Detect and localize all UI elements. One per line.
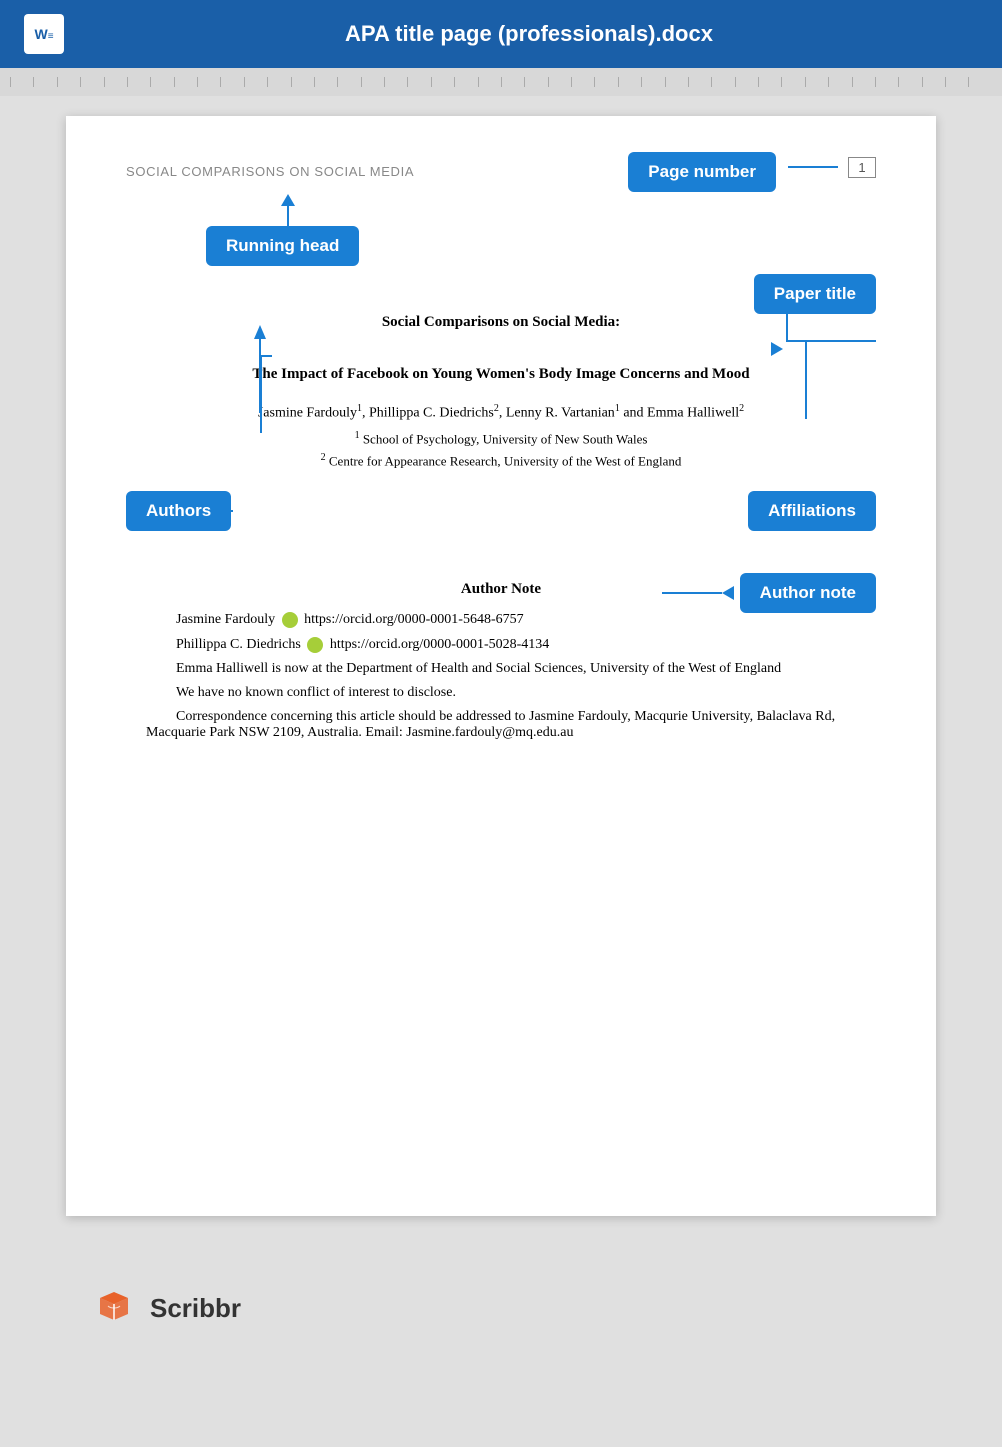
page-number-box: 1 — [848, 157, 876, 178]
paper-title-subtitle: The Impact of Facebook on Young Women's … — [126, 366, 876, 383]
word-icon: W≡ — [24, 14, 64, 54]
author-note-content: Jasmine Fardouly iD https://orcid.org/00… — [126, 612, 876, 740]
orcid-icon-2: iD — [307, 637, 323, 653]
affiliations-label-group: Affiliations — [748, 491, 876, 531]
author-note-line-3: Emma Halliwell is now at the Department … — [146, 661, 856, 677]
page-number-connector — [788, 166, 838, 168]
author-note-section: Author note Author Note Jasmine Fardouly… — [126, 581, 876, 740]
affiliation-2: 2 Centre for Appearance Research, Univer… — [126, 452, 876, 469]
ruler — [0, 68, 1002, 96]
document-title: APA title page (professionals).docx — [80, 21, 978, 47]
affiliation-1: 1 School of Psychology, University of Ne… — [126, 430, 876, 447]
author-note-line-4: We have no known conflict of interest to… — [146, 685, 856, 701]
title-bar: W≡ APA title page (professionals).docx — [0, 0, 1002, 68]
authors-line: Jasmine Fardouly1, Phillippa C. Diedrich… — [126, 403, 876, 422]
author-note-line-2: Phillippa C. Diedrichs iD https://orcid.… — [146, 637, 856, 653]
author-note-label-group: Author note — [662, 573, 876, 613]
scribbr-footer: Scribbr — [66, 1266, 936, 1350]
running-head-text: SOCIAL COMPARISONS ON SOCIAL MEDIA — [126, 164, 414, 179]
running-head-label: Running head — [206, 226, 359, 266]
author-note-line-1: Jasmine Fardouly iD https://orcid.org/00… — [146, 612, 856, 628]
authors-affiliations-labels-row: Authors Affiliations — [126, 491, 876, 531]
authors-label-group: Authors — [126, 491, 233, 531]
top-annotation-area: SOCIAL COMPARISONS ON SOCIAL MEDIA 1 Run… — [126, 156, 876, 366]
authors-section: Jasmine Fardouly1, Phillippa C. Diedrich… — [126, 403, 876, 531]
scribbr-logo-icon — [90, 1284, 138, 1332]
orcid-icon-1: iD — [282, 612, 298, 628]
page-number-label: Page number — [628, 152, 776, 192]
document: SOCIAL COMPARISONS ON SOCIAL MEDIA 1 Run… — [66, 116, 936, 1216]
author-note-line-5: Correspondence concerning this article s… — [146, 709, 856, 741]
paper-title-content: Social Comparisons on Social Media: — [126, 314, 876, 335]
paper-title-label: Paper title — [754, 274, 876, 314]
paper-title-arrow — [771, 342, 783, 356]
scribbr-name: Scribbr — [150, 1293, 241, 1324]
